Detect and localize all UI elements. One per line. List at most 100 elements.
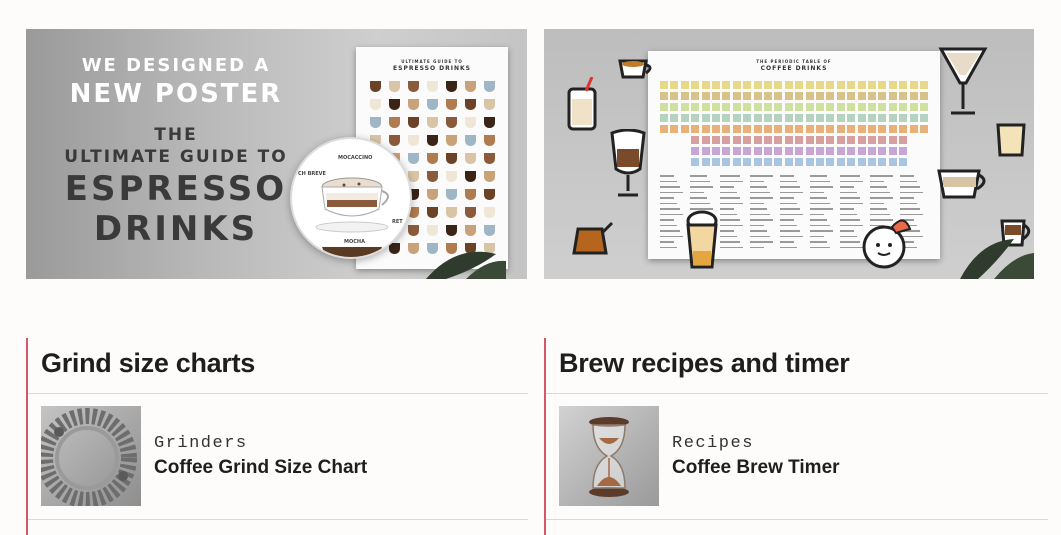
item-name[interactable]: Coffee Brew Timer xyxy=(672,457,840,479)
poster-title: ESPRESSO DRINKS xyxy=(393,65,471,72)
periodic-cell xyxy=(826,125,835,133)
poster-text-line xyxy=(660,246,677,248)
poster-text-line xyxy=(810,202,830,204)
periodic-cell xyxy=(836,147,845,155)
banner-headline-line1: WE DESIGNED A xyxy=(81,55,271,76)
poster-drink-cup xyxy=(484,207,495,218)
periodic-cell xyxy=(784,103,793,111)
periodic-cell xyxy=(920,81,928,89)
poster-zoom-detail: MOCACCINO CH BREVE MOCHA RET xyxy=(290,137,412,259)
periodic-cell xyxy=(784,92,793,100)
poster-text-line xyxy=(720,224,743,226)
periodic-cell xyxy=(691,103,700,111)
poster-text-line xyxy=(900,175,914,177)
poster-text-line xyxy=(780,197,794,199)
periodic-cell xyxy=(857,136,866,144)
periodic-cell xyxy=(868,81,876,89)
poster-text-line xyxy=(810,219,827,221)
periodic-cell xyxy=(764,125,772,133)
poster-text-line xyxy=(750,213,770,215)
periodic-cell xyxy=(753,158,762,166)
poster-text-line xyxy=(900,186,920,188)
periodic-cell xyxy=(764,158,772,166)
poster-text-line xyxy=(720,175,740,177)
poster-text-line xyxy=(720,246,743,248)
periodic-cell xyxy=(805,103,814,111)
periodic-cell xyxy=(878,114,887,122)
periodic-cell xyxy=(857,92,866,100)
poster-text-line xyxy=(690,175,707,177)
poster-drink-cup xyxy=(389,81,400,92)
poster-drink-cup xyxy=(427,117,438,128)
grind-size-charts-section: Grind size charts Grinders Coffee Grind … xyxy=(26,338,528,535)
poster-text-line xyxy=(690,191,704,193)
periodic-cell xyxy=(753,147,762,155)
periodic-cell xyxy=(680,114,689,122)
periodic-cell xyxy=(701,103,710,111)
section-divider xyxy=(546,393,1048,394)
poster-text-line xyxy=(780,186,800,188)
periodic-cell xyxy=(857,114,866,122)
poster-text-line xyxy=(660,191,683,193)
periodic-cell xyxy=(899,136,908,144)
poster-text-line xyxy=(780,235,803,237)
periodic-cell xyxy=(764,136,772,144)
poster-drink-cup xyxy=(484,135,495,146)
periodic-cell xyxy=(868,114,876,122)
poster-text-line xyxy=(840,175,860,177)
poster-text-line xyxy=(780,208,800,210)
poster-text-line xyxy=(840,180,863,182)
periodic-cell xyxy=(816,103,824,111)
poster-text-line xyxy=(660,180,677,182)
periodic-cell xyxy=(878,103,887,111)
poster-drink-cup xyxy=(446,153,457,164)
periodic-cell xyxy=(712,136,720,144)
periodic-cell xyxy=(826,81,835,89)
poster-text-line xyxy=(900,180,917,182)
poster-text-line xyxy=(720,230,734,232)
periodic-cell xyxy=(732,81,741,89)
periodic-cell xyxy=(899,125,908,133)
hourglass-icon xyxy=(589,417,629,497)
periodic-cell xyxy=(691,136,700,144)
poster-text-line xyxy=(780,224,797,226)
brew-recipes-section: Brew recipes and timer Recipes Coffee Br… xyxy=(544,338,1048,535)
periodic-cell xyxy=(774,158,783,166)
section-divider xyxy=(546,519,1048,520)
poster-text-line xyxy=(900,191,923,193)
periodic-cell xyxy=(701,125,710,133)
periodic-cell xyxy=(691,81,700,89)
poster-text-line xyxy=(720,235,737,237)
poster-text-line xyxy=(660,224,677,226)
poster-text-line xyxy=(720,186,734,188)
grind-size-chart-link[interactable]: Grinders Coffee Grind Size Chart xyxy=(41,406,528,506)
periodic-cell xyxy=(909,114,918,122)
periodic-cell xyxy=(680,92,689,100)
periodic-table-poster-banner[interactable]: THE PERIODIC TABLE OF COFFEE DRINKS xyxy=(544,29,1034,279)
poster-text-line xyxy=(840,202,863,204)
poster-text-line xyxy=(900,208,920,210)
poster-drink-cup xyxy=(465,171,476,182)
poster-text-line xyxy=(750,230,767,232)
periodic-cell xyxy=(888,103,897,111)
periodic-cell xyxy=(660,81,668,89)
periodic-cell xyxy=(805,81,814,89)
poster-text-line xyxy=(750,202,764,204)
hourglass-thumbnail xyxy=(559,406,659,506)
poster-text-line xyxy=(810,230,833,232)
periodic-cell xyxy=(732,147,741,155)
periodic-cell xyxy=(691,92,700,100)
poster-text-line xyxy=(840,213,857,215)
periodic-cell xyxy=(712,103,720,111)
periodic-cell xyxy=(899,158,908,166)
periodic-cell xyxy=(857,158,866,166)
poster-title: COFFEE DRINKS xyxy=(760,65,828,72)
espresso-poster-banner[interactable]: WE DESIGNED A NEW POSTER THE ULTIMATE GU… xyxy=(26,29,527,279)
poster-drink-cup xyxy=(427,207,438,218)
poster-text-line xyxy=(720,180,743,182)
item-name[interactable]: Coffee Grind Size Chart xyxy=(154,457,367,479)
periodic-cell xyxy=(784,125,793,133)
periodic-cell xyxy=(805,114,814,122)
brew-timer-link[interactable]: Recipes Coffee Brew Timer xyxy=(559,406,1048,506)
poster-drink-cup xyxy=(465,189,476,200)
